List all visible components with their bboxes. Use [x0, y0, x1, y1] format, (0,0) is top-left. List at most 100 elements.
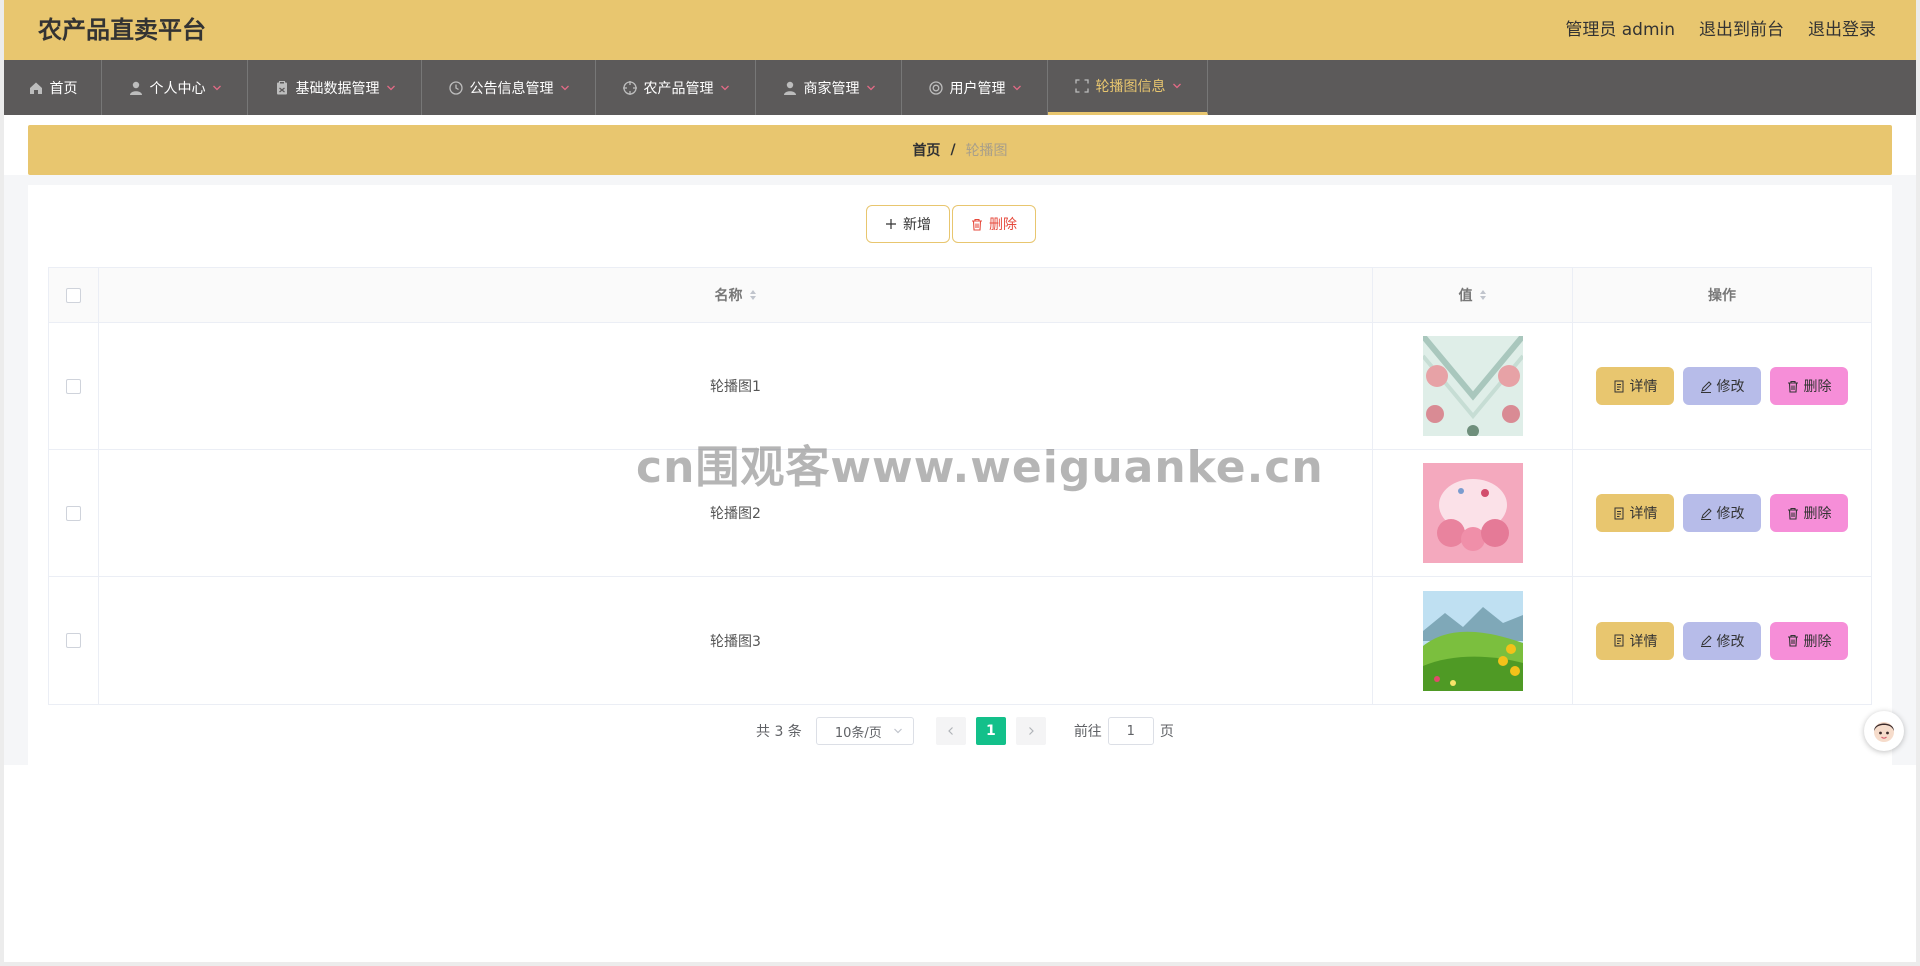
trash-icon	[1787, 380, 1798, 393]
row-value-cell	[1373, 323, 1573, 449]
edit-icon	[1700, 380, 1712, 393]
user-icon	[128, 80, 144, 96]
sort-icon[interactable]	[749, 288, 757, 302]
nav-item-profile[interactable]: 个人中心	[102, 60, 248, 115]
admin-label: 管理员 admin	[1565, 20, 1675, 40]
breadcrumb: 首页 / 轮播图	[28, 125, 1892, 175]
trash-icon	[1787, 634, 1798, 647]
document-icon	[1614, 507, 1623, 519]
nav-item-label: 轮播图信息	[1095, 79, 1166, 95]
lifebuoy-icon	[928, 80, 944, 96]
row-value-cell	[1373, 450, 1573, 576]
nav-item-carousel[interactable]: 轮播图信息	[1048, 60, 1208, 115]
page-number-current[interactable]: 1	[975, 717, 1006, 745]
floral-pattern-image[interactable]	[1422, 336, 1523, 436]
chevron-down-icon	[1172, 81, 1182, 91]
nav-item-label: 商家管理	[803, 80, 860, 97]
detail-button[interactable]: 详情	[1596, 367, 1674, 405]
add-button-label: 新增	[903, 217, 931, 233]
chevron-left-icon	[947, 727, 953, 735]
edit-icon	[1700, 635, 1712, 647]
pagination: 共 3 条 10条/页 1 前往 页	[756, 716, 1174, 746]
prev-page-button[interactable]	[935, 717, 966, 745]
watermark: cn围观客www.weiguanke.cn	[636, 442, 1324, 493]
nav-item-label: 用户管理	[949, 80, 1006, 97]
nav-item-label: 个人中心	[149, 80, 206, 97]
trash-icon	[1787, 507, 1798, 520]
detail-button[interactable]: 详情	[1596, 494, 1674, 532]
edit-button-label: 修改	[1716, 633, 1745, 650]
pink-roses-image[interactable]	[1422, 463, 1523, 563]
window-frame-bottom	[0, 962, 1920, 966]
sort-icon[interactable]	[1479, 288, 1487, 302]
row-value-cell	[1373, 577, 1573, 704]
nav-item-products[interactable]: 农产品管理	[596, 60, 756, 115]
row-ops-cell: 详情 修改 删除	[1573, 450, 1871, 576]
header-value[interactable]: 值	[1373, 268, 1573, 322]
edit-button[interactable]: 修改	[1683, 621, 1761, 660]
select-all-checkbox[interactable]	[66, 287, 81, 303]
breadcrumb-current: 轮播图	[965, 143, 1008, 159]
green-meadow-image[interactable]	[1422, 590, 1523, 691]
delete-button[interactable]: 删除	[952, 205, 1036, 243]
top-header: 农产品直卖平台 管理员 admin 退出到前台 退出登录	[4, 0, 1916, 60]
clipboard-icon	[274, 80, 290, 96]
nav-item-users[interactable]: 用户管理	[902, 60, 1048, 115]
edit-button[interactable]: 修改	[1683, 367, 1761, 405]
document-icon	[1614, 380, 1623, 392]
header-name-label: 名称	[714, 288, 743, 304]
row-checkbox-cell	[49, 323, 99, 449]
chevron-down-icon	[560, 83, 570, 93]
fullscreen-icon	[1074, 78, 1090, 94]
detail-button-label: 详情	[1629, 379, 1658, 395]
table-row: 轮播图3 详情 修改 删除	[49, 577, 1871, 704]
row-checkbox-cell	[49, 577, 99, 704]
row-checkbox[interactable]	[66, 633, 81, 648]
nav-item-basic-data[interactable]: 基础数据管理	[248, 60, 422, 115]
row-checkbox[interactable]	[66, 378, 81, 394]
nav-item-announcements[interactable]: 公告信息管理	[422, 60, 596, 115]
row-ops-cell: 详情 修改 删除	[1573, 577, 1871, 704]
row-delete-button[interactable]: 删除	[1770, 494, 1848, 532]
row-delete-button[interactable]: 删除	[1770, 621, 1848, 660]
main-nav: 首页 个人中心 基础数据管理 公告信息管理 农产品管理 商家管理 用户管理 轮播…	[4, 60, 1916, 115]
header-name[interactable]: 名称	[99, 268, 1373, 322]
chevron-down-icon	[893, 728, 902, 734]
edit-button[interactable]: 修改	[1683, 494, 1761, 532]
row-checkbox-cell	[49, 450, 99, 576]
logout-link[interactable]: 退出登录	[1808, 18, 1876, 42]
nav-item-label: 基础数据管理	[295, 80, 380, 97]
table-row: 轮播图1 详情 修改 删除	[49, 323, 1871, 450]
target-icon	[622, 80, 638, 96]
breadcrumb-home[interactable]: 首页	[912, 140, 940, 160]
row-name-cell: 轮播图3	[99, 577, 1373, 704]
detail-button[interactable]: 详情	[1596, 621, 1674, 660]
nav-item-merchants[interactable]: 商家管理	[756, 60, 902, 115]
row-delete-button-label: 删除	[1803, 633, 1832, 650]
row-name: 轮播图1	[710, 379, 761, 395]
chevron-down-icon	[1012, 83, 1022, 93]
detail-button-label: 详情	[1629, 633, 1658, 650]
page-size-select[interactable]: 10条/页	[815, 717, 914, 745]
assistant-avatar[interactable]	[1864, 711, 1904, 751]
nav-item-label: 首页	[49, 80, 78, 97]
delete-button-label: 删除	[989, 217, 1017, 233]
header-checkbox-cell	[49, 268, 99, 322]
chevron-right-icon	[1028, 727, 1034, 735]
nav-item-home[interactable]: 首页	[4, 60, 102, 115]
goto-page-input[interactable]	[1107, 717, 1154, 745]
page-size-value: 10条/页	[834, 725, 882, 741]
add-button[interactable]: 新增	[866, 205, 950, 243]
row-delete-button[interactable]: 删除	[1770, 367, 1848, 405]
row-ops-cell: 详情 修改 删除	[1573, 323, 1871, 449]
edit-button-label: 修改	[1716, 506, 1745, 522]
next-page-button[interactable]	[1015, 717, 1046, 745]
chevron-down-icon	[720, 83, 730, 93]
nav-item-label: 公告信息管理	[469, 80, 554, 97]
header-actions: 管理员 admin 退出到前台 退出登录	[1565, 18, 1876, 42]
row-checkbox[interactable]	[66, 505, 81, 521]
goto-label: 前往	[1073, 724, 1102, 740]
detail-button-label: 详情	[1629, 506, 1658, 522]
header-value-label: 值	[1458, 288, 1473, 304]
exit-to-front-link[interactable]: 退出到前台	[1699, 18, 1784, 42]
